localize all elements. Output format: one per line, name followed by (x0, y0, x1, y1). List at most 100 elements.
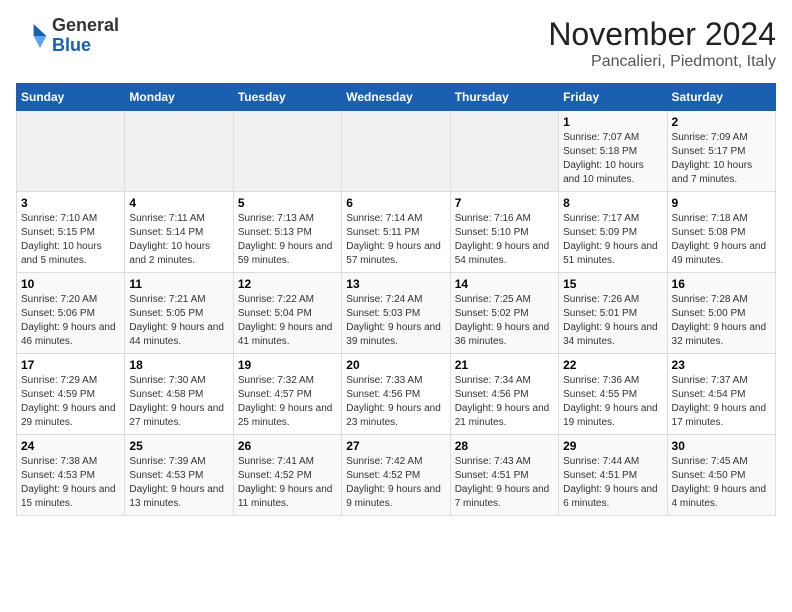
day-info: Sunrise: 7:43 AM Sunset: 4:51 PM Dayligh… (455, 455, 554, 511)
day-number: 12 (238, 277, 337, 291)
calendar-cell: 29 Sunrise: 7:44 AM Sunset: 4:51 PM Dayli… (559, 435, 667, 516)
day-number: 7 (455, 196, 554, 210)
day-info: Sunrise: 7:44 AM Sunset: 4:51 PM Dayligh… (563, 455, 662, 511)
day-info: Sunrise: 7:20 AM Sunset: 5:06 PM Dayligh… (21, 293, 120, 349)
calendar-cell (450, 111, 558, 192)
day-info: Sunrise: 7:28 AM Sunset: 5:00 PM Dayligh… (672, 293, 771, 349)
day-info: Sunrise: 7:37 AM Sunset: 4:54 PM Dayligh… (672, 374, 771, 430)
day-number: 1 (563, 115, 662, 129)
day-info: Sunrise: 7:34 AM Sunset: 4:56 PM Dayligh… (455, 374, 554, 430)
day-number: 15 (563, 277, 662, 291)
day-number: 11 (129, 277, 228, 291)
day-info: Sunrise: 7:24 AM Sunset: 5:03 PM Dayligh… (346, 293, 445, 349)
day-number: 6 (346, 196, 445, 210)
calendar-cell: 27Sunrise: 7:42 AM Sunset: 4:52 PM Dayli… (342, 435, 450, 516)
day-number: 2 (672, 115, 771, 129)
calendar-cell: 6 Sunrise: 7:14 AM Sunset: 5:11 PM Daylig… (342, 192, 450, 273)
day-number: 20 (346, 358, 445, 372)
weekday-header-thursday: Thursday (450, 84, 558, 111)
location-title: Pancalieri, Piedmont, Italy (548, 53, 776, 71)
calendar-header-row: SundayMondayTuesdayWednesdayThursdayFrid… (17, 84, 776, 111)
weekday-header-saturday: Saturday (667, 84, 775, 111)
day-number: 21 (455, 358, 554, 372)
weekday-header-monday: Monday (125, 84, 233, 111)
calendar-cell: 9 Sunrise: 7:18 AM Sunset: 5:08 PM Daylig… (667, 192, 775, 273)
calendar-cell: 25 Sunrise: 7:39 AM Sunset: 4:53 PM Dayli… (125, 435, 233, 516)
calendar-cell: 12Sunrise: 7:22 AM Sunset: 5:04 PM Dayli… (233, 273, 341, 354)
calendar-cell: 22Sunrise: 7:36 AM Sunset: 4:55 PM Dayli… (559, 354, 667, 435)
day-number: 25 (129, 439, 228, 453)
day-number: 28 (455, 439, 554, 453)
calendar-cell: 8 Sunrise: 7:17 AM Sunset: 5:09 PM Daylig… (559, 192, 667, 273)
day-info: Sunrise: 7:18 AM Sunset: 5:08 PM Dayligh… (672, 212, 771, 268)
calendar-week-4: 17Sunrise: 7:29 AM Sunset: 4:59 PM Dayli… (17, 354, 776, 435)
calendar-cell (17, 111, 125, 192)
day-number: 19 (238, 358, 337, 372)
calendar-cell (233, 111, 341, 192)
day-info: Sunrise: 7:07 AM Sunset: 5:18 PM Dayligh… (563, 131, 662, 187)
day-number: 8 (563, 196, 662, 210)
day-number: 29 (563, 439, 662, 453)
day-info: Sunrise: 7:14 AM Sunset: 5:11 PM Dayligh… (346, 212, 445, 268)
day-info: Sunrise: 7:41 AM Sunset: 4:52 PM Dayligh… (238, 455, 337, 511)
calendar-cell: 10Sunrise: 7:20 AM Sunset: 5:06 PM Dayli… (17, 273, 125, 354)
weekday-header-sunday: Sunday (17, 84, 125, 111)
day-number: 24 (21, 439, 120, 453)
day-info: Sunrise: 7:11 AM Sunset: 5:14 PM Dayligh… (129, 212, 228, 268)
day-info: Sunrise: 7:17 AM Sunset: 5:09 PM Dayligh… (563, 212, 662, 268)
calendar-cell: 17Sunrise: 7:29 AM Sunset: 4:59 PM Dayli… (17, 354, 125, 435)
weekday-header-friday: Friday (559, 84, 667, 111)
calendar-cell: 20Sunrise: 7:33 AM Sunset: 4:56 PM Dayli… (342, 354, 450, 435)
calendar-cell: 13 Sunrise: 7:24 AM Sunset: 5:03 PM Dayli… (342, 273, 450, 354)
logo: General Blue (16, 16, 119, 56)
day-info: Sunrise: 7:26 AM Sunset: 5:01 PM Dayligh… (563, 293, 662, 349)
calendar-week-1: 1 Sunrise: 7:07 AM Sunset: 5:18 PM Daylig… (17, 111, 776, 192)
day-info: Sunrise: 7:10 AM Sunset: 5:15 PM Dayligh… (21, 212, 120, 268)
calendar-week-2: 3Sunrise: 7:10 AM Sunset: 5:15 PM Daylig… (17, 192, 776, 273)
calendar-cell: 18 Sunrise: 7:30 AM Sunset: 4:58 PM Dayli… (125, 354, 233, 435)
day-number: 13 (346, 277, 445, 291)
month-title: November 2024 (548, 16, 776, 53)
day-number: 5 (238, 196, 337, 210)
calendar-cell: 3Sunrise: 7:10 AM Sunset: 5:15 PM Daylig… (17, 192, 125, 273)
calendar-cell: 28 Sunrise: 7:43 AM Sunset: 4:51 PM Dayli… (450, 435, 558, 516)
calendar-week-3: 10Sunrise: 7:20 AM Sunset: 5:06 PM Dayli… (17, 273, 776, 354)
day-number: 4 (129, 196, 228, 210)
calendar-cell: 15 Sunrise: 7:26 AM Sunset: 5:01 PM Dayli… (559, 273, 667, 354)
day-number: 17 (21, 358, 120, 372)
day-info: Sunrise: 7:38 AM Sunset: 4:53 PM Dayligh… (21, 455, 120, 511)
day-number: 14 (455, 277, 554, 291)
day-info: Sunrise: 7:36 AM Sunset: 4:55 PM Dayligh… (563, 374, 662, 430)
day-number: 9 (672, 196, 771, 210)
calendar-cell: 16 Sunrise: 7:28 AM Sunset: 5:00 PM Dayli… (667, 273, 775, 354)
calendar-cell: 24 Sunrise: 7:38 AM Sunset: 4:53 PM Dayli… (17, 435, 125, 516)
day-number: 18 (129, 358, 228, 372)
day-info: Sunrise: 7:32 AM Sunset: 4:57 PM Dayligh… (238, 374, 337, 430)
calendar-week-5: 24 Sunrise: 7:38 AM Sunset: 4:53 PM Dayli… (17, 435, 776, 516)
day-info: Sunrise: 7:30 AM Sunset: 4:58 PM Dayligh… (129, 374, 228, 430)
day-info: Sunrise: 7:21 AM Sunset: 5:05 PM Dayligh… (129, 293, 228, 349)
logo-text: General Blue (52, 16, 119, 56)
calendar-cell: 14Sunrise: 7:25 AM Sunset: 5:02 PM Dayli… (450, 273, 558, 354)
day-number: 27 (346, 439, 445, 453)
calendar-cell: 1 Sunrise: 7:07 AM Sunset: 5:18 PM Daylig… (559, 111, 667, 192)
calendar-cell: 4 Sunrise: 7:11 AM Sunset: 5:14 PM Daylig… (125, 192, 233, 273)
day-info: Sunrise: 7:13 AM Sunset: 5:13 PM Dayligh… (238, 212, 337, 268)
calendar-cell (125, 111, 233, 192)
day-number: 16 (672, 277, 771, 291)
calendar-cell: 7Sunrise: 7:16 AM Sunset: 5:10 PM Daylig… (450, 192, 558, 273)
calendar-cell: 21 Sunrise: 7:34 AM Sunset: 4:56 PM Dayli… (450, 354, 558, 435)
calendar-cell: 23Sunrise: 7:37 AM Sunset: 4:54 PM Dayli… (667, 354, 775, 435)
calendar-cell: 19 Sunrise: 7:32 AM Sunset: 4:57 PM Dayli… (233, 354, 341, 435)
calendar-cell: 5 Sunrise: 7:13 AM Sunset: 5:13 PM Daylig… (233, 192, 341, 273)
day-number: 30 (672, 439, 771, 453)
calendar-cell: 2Sunrise: 7:09 AM Sunset: 5:17 PM Daylig… (667, 111, 775, 192)
page-header: General Blue November 2024 Pancalieri, P… (16, 16, 776, 71)
calendar-cell (342, 111, 450, 192)
day-info: Sunrise: 7:39 AM Sunset: 4:53 PM Dayligh… (129, 455, 228, 511)
calendar-cell: 30 Sunrise: 7:45 AM Sunset: 4:50 PM Dayli… (667, 435, 775, 516)
calendar-cell: 11 Sunrise: 7:21 AM Sunset: 5:05 PM Dayli… (125, 273, 233, 354)
day-info: Sunrise: 7:45 AM Sunset: 4:50 PM Dayligh… (672, 455, 771, 511)
title-block: November 2024 Pancalieri, Piedmont, Ital… (548, 16, 776, 71)
logo-icon (16, 20, 48, 52)
